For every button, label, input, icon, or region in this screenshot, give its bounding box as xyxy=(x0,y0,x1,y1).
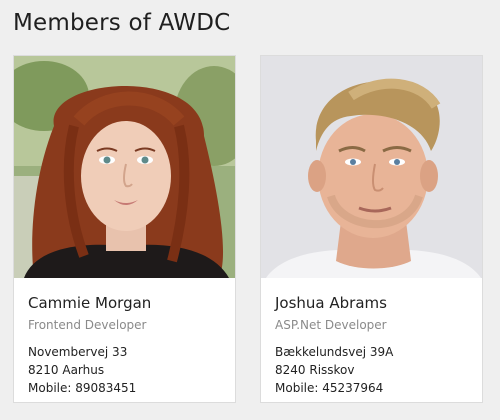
member-address: Novembervej 33 xyxy=(28,345,128,359)
member-card[interactable]: Cammie Morgan Frontend Developer Novembe… xyxy=(13,55,236,403)
member-mobile: Mobile: 45237964 xyxy=(275,381,384,395)
member-info: Joshua Abrams ASP.Net Developer Bækkelun… xyxy=(275,294,472,397)
member-card[interactable]: Joshua Abrams ASP.Net Developer Bækkelun… xyxy=(260,55,483,403)
portrait-photo-icon xyxy=(261,56,482,278)
portrait-photo-icon xyxy=(14,56,235,278)
member-address: Bækkelundsvej 39A xyxy=(275,345,394,359)
member-info: Cammie Morgan Frontend Developer Novembe… xyxy=(28,294,225,397)
member-photo xyxy=(261,56,482,278)
member-mobile: Mobile: 89083451 xyxy=(28,381,137,395)
member-photo xyxy=(14,56,235,278)
member-name: Cammie Morgan xyxy=(28,294,152,312)
member-city: 8240 Risskov xyxy=(275,363,355,377)
member-role: ASP.Net Developer xyxy=(275,318,387,332)
members-page: Members of AWDC Cammie Morgan Frontend D… xyxy=(0,0,500,420)
member-city: 8210 Aarhus xyxy=(28,363,105,377)
page-title: Members of AWDC xyxy=(13,10,231,36)
member-name: Joshua Abrams xyxy=(275,294,387,312)
member-role: Frontend Developer xyxy=(28,318,147,332)
